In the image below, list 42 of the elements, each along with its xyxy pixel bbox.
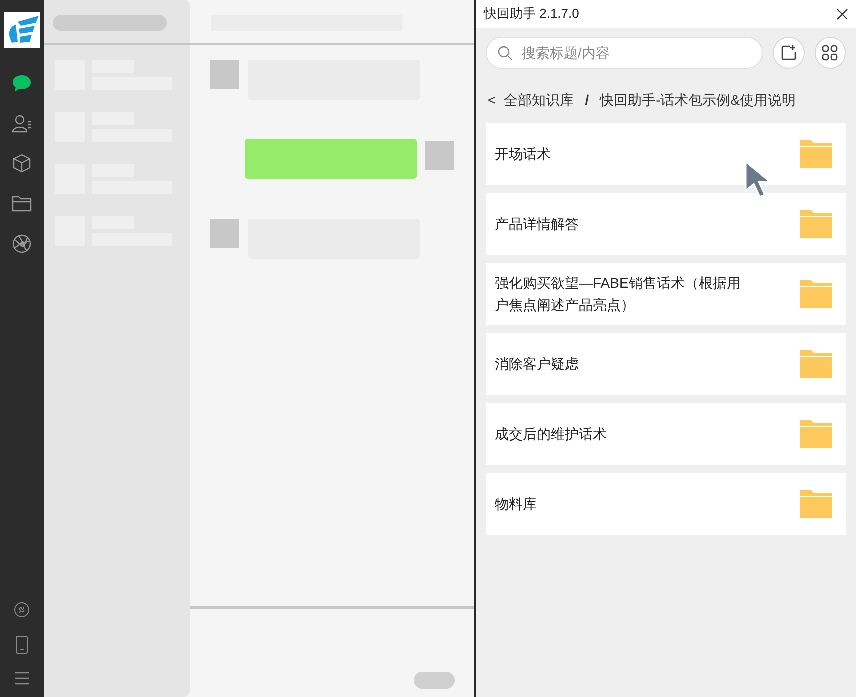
breadcrumb-separator: / (585, 91, 590, 110)
folder-title: 成交后的维护话术 (495, 425, 608, 444)
window-title: 快回助手 2.1.7.0 (484, 5, 580, 24)
breadcrumb-link[interactable]: 全部知识库 (504, 90, 574, 111)
folder-card[interactable]: 开场话术 (486, 123, 846, 185)
menu-icon[interactable] (15, 672, 29, 685)
folder-card[interactable]: 产品详情解答 (486, 193, 846, 255)
folder-title: 开场话术 (495, 145, 552, 164)
folder-icon[interactable] (12, 194, 32, 214)
folder-icon (798, 208, 834, 240)
folder-icon (798, 348, 834, 380)
breadcrumb-current: 快回助手-话术包示例&使用说明 (600, 91, 796, 110)
folder-icon (798, 418, 834, 450)
folder-icon (798, 488, 834, 520)
chat-bubble-icon[interactable] (12, 74, 32, 94)
folder-card[interactable]: 强化购买欲望—FABE销售话术（根据用户焦点阐述产品亮点） (486, 263, 846, 325)
search-icon (498, 46, 513, 61)
avatar-placeholder (210, 60, 239, 89)
phone-icon[interactable] (16, 636, 28, 654)
aperture-icon[interactable] (12, 234, 32, 254)
search-field[interactable]: 搜索标题/内容 (486, 37, 763, 69)
folder-title: 产品详情解答 (495, 215, 580, 234)
folder-icon (798, 278, 834, 310)
link-icon[interactable] (14, 602, 30, 618)
cube-icon[interactable] (12, 154, 32, 174)
folder-icon (798, 138, 834, 170)
contacts-icon[interactable] (12, 114, 32, 134)
grid-icon (822, 45, 838, 61)
folder-card[interactable]: 成交后的维护话术 (486, 403, 846, 465)
avatar-placeholder (425, 141, 454, 170)
folder-title: 强化购买欲望—FABE销售话术（根据用户焦点阐述产品亮点） (495, 274, 742, 315)
folder-card[interactable]: 物料库 (486, 473, 846, 535)
logo-icon (4, 12, 40, 48)
close-icon[interactable] (837, 8, 848, 20)
grid-button[interactable] (814, 37, 846, 69)
folder-title: 物料库 (495, 495, 538, 514)
add-button[interactable] (773, 37, 804, 69)
avatar-placeholder (210, 219, 239, 248)
add-note-icon (780, 45, 797, 61)
folder-title: 消除客户疑虑 (495, 355, 580, 374)
back-link[interactable]: < (488, 90, 496, 111)
folder-card[interactable]: 消除客户疑虑 (486, 333, 846, 395)
